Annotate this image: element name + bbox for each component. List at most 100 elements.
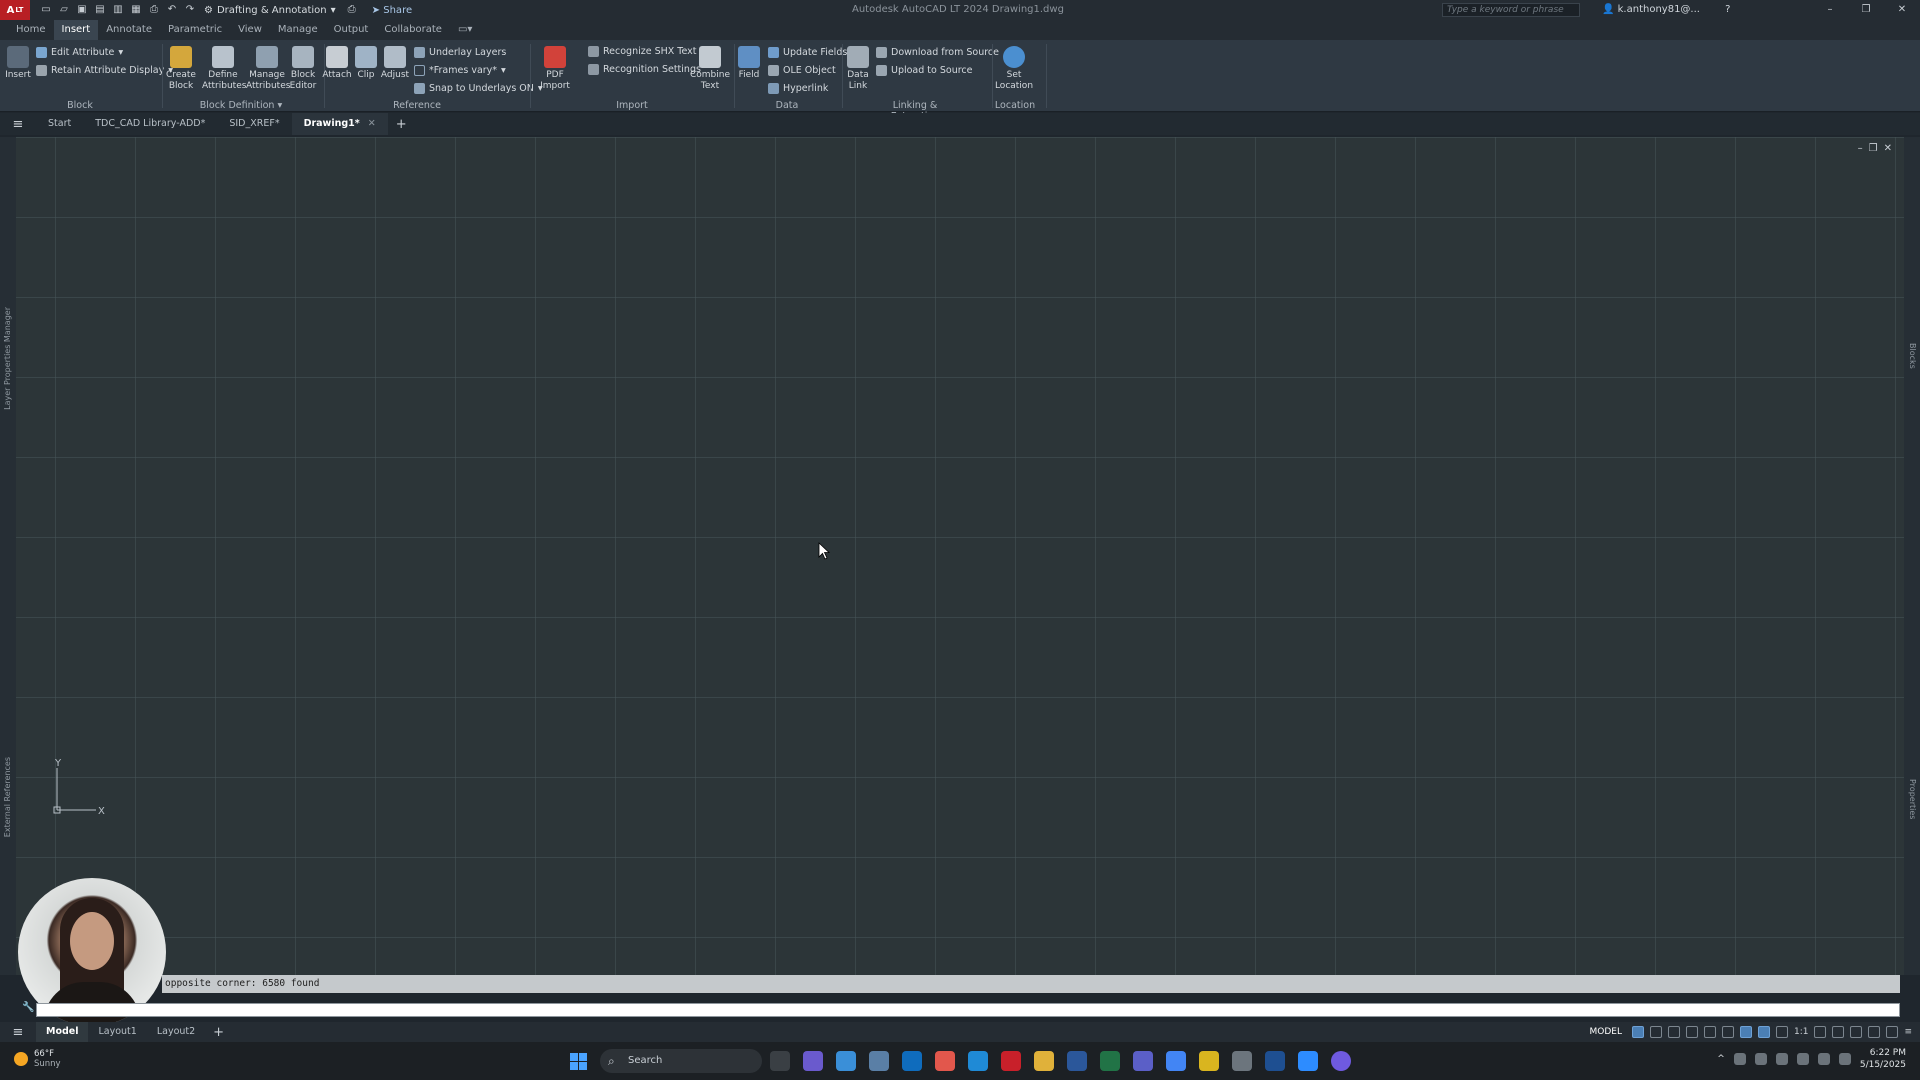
workspace-switcher[interactable]: ⚙ Drafting & Annotation ▾ [204, 5, 336, 16]
isodraft-icon[interactable] [1703, 1026, 1716, 1038]
tab-view[interactable]: View [230, 20, 270, 40]
edit-attribute-button[interactable]: Edit Attribute ▾ [36, 47, 123, 58]
tray-app-icon[interactable] [1733, 1053, 1746, 1065]
grid-icon[interactable] [1631, 1026, 1644, 1038]
workspace-gear-icon[interactable] [1814, 1026, 1827, 1038]
calculator-icon[interactable] [869, 1051, 889, 1071]
printer-app-icon[interactable] [1232, 1051, 1252, 1071]
undo-icon[interactable]: ↶ [166, 4, 178, 16]
tab-drawing1[interactable]: Drawing1* ✕ [291, 113, 388, 135]
redo-icon[interactable]: ↷ [184, 4, 196, 16]
snap-to-underlays-dropdown[interactable]: Snap to Underlays ON ▾ [414, 83, 543, 94]
ribbon-toggle-icon[interactable]: ▭▾ [450, 20, 480, 40]
sticky-notes-icon[interactable] [1199, 1051, 1219, 1071]
define-attributes-button[interactable]: Define Attributes [202, 46, 246, 92]
combine-text-button[interactable]: Combine Text [690, 46, 730, 92]
plot-icon-2[interactable]: ⎙ [346, 4, 358, 16]
save-as-icon[interactable]: ▤ [94, 4, 106, 16]
tab-start[interactable]: Start [36, 113, 83, 135]
hyperlink-button[interactable]: Hyperlink [768, 83, 828, 94]
ole-object-button[interactable]: OLE Object [768, 65, 836, 76]
sticky-app-icon[interactable] [836, 1051, 856, 1071]
word-icon[interactable] [1067, 1051, 1087, 1071]
layer-properties-manager-tab[interactable]: Layer Properties Manager [3, 307, 12, 410]
minimize-icon[interactable]: – [1812, 0, 1848, 20]
minimize-icon[interactable]: – [1858, 143, 1863, 154]
copilot-icon[interactable] [803, 1051, 823, 1071]
new-file-icon[interactable]: ▭ [40, 4, 52, 16]
download-from-source-button[interactable]: Download from Source [876, 47, 999, 58]
adjust-button[interactable]: Adjust [380, 46, 410, 81]
wrench-icon[interactable]: 🔧 [22, 1002, 34, 1013]
tab-collaborate[interactable]: Collaborate [376, 20, 450, 40]
create-block-button[interactable]: Create Block [166, 46, 196, 92]
ortho-icon[interactable] [1667, 1026, 1680, 1038]
excel-icon[interactable] [1100, 1051, 1120, 1071]
tab-insert[interactable]: Insert [53, 20, 99, 40]
annotation-visibility-icon[interactable] [1757, 1026, 1770, 1038]
share-button[interactable]: ➤ Share [372, 5, 412, 16]
osnap-tracking-icon[interactable] [1721, 1026, 1734, 1038]
restore-icon[interactable]: ❐ [1848, 0, 1884, 20]
user-account[interactable]: 👤 k.anthony81@... ? [1602, 4, 1730, 15]
osnap-icon[interactable] [1739, 1026, 1752, 1038]
wifi-icon[interactable] [1817, 1053, 1830, 1065]
units-icon[interactable] [1850, 1026, 1863, 1038]
close-icon[interactable]: ✕ [1884, 0, 1920, 20]
chevron-up-icon[interactable]: ^ [1717, 1054, 1725, 1064]
panel-label-block-definition[interactable]: Block Definition ▾ [196, 100, 286, 111]
tab-tdc-cad-library[interactable]: TDC_CAD Library-ADD* [83, 113, 217, 135]
polar-icon[interactable] [1685, 1026, 1698, 1038]
frames-vary-dropdown[interactable]: *Frames vary* ▾ [414, 65, 506, 76]
file-explorer-icon[interactable] [1034, 1051, 1054, 1071]
task-view-icon[interactable] [770, 1051, 790, 1071]
help-icon[interactable]: ? [1725, 4, 1730, 15]
tray-app-icon-2[interactable] [1754, 1053, 1767, 1065]
auto-scale-icon[interactable] [1775, 1026, 1788, 1038]
save-web-icon[interactable]: ▦ [130, 4, 142, 16]
data-link-button[interactable]: Data Link [844, 46, 872, 92]
fullscreen-icon[interactable] [1886, 1026, 1899, 1038]
block-editor-button[interactable]: Block Editor [288, 46, 318, 92]
insert-block-button[interactable]: Insert [4, 46, 32, 81]
zoom-icon[interactable] [1298, 1051, 1318, 1071]
save-icon[interactable]: ▣ [76, 4, 88, 16]
attach-button[interactable]: Attach [322, 46, 352, 81]
weather-widget[interactable]: 66°F Sunny [14, 1049, 61, 1069]
taskbar-clock[interactable]: 6:22 PM 5/15/2025 [1860, 1047, 1906, 1071]
tab-home[interactable]: Home [8, 20, 54, 40]
tab-parametric[interactable]: Parametric [160, 20, 230, 40]
acrobat-icon[interactable] [1001, 1051, 1021, 1071]
open-file-icon[interactable]: ▱ [58, 4, 70, 16]
autocad-icon[interactable] [1265, 1051, 1285, 1071]
new-layout-plus-icon[interactable]: + [205, 1025, 232, 1040]
app-circle-icon[interactable] [1331, 1051, 1351, 1071]
edge-icon[interactable] [968, 1051, 988, 1071]
app-menu-button[interactable]: A LT [0, 0, 30, 20]
chrome-icon[interactable] [1166, 1051, 1186, 1071]
underlay-layers-button[interactable]: Underlay Layers [414, 47, 506, 58]
teams-icon[interactable] [1133, 1051, 1153, 1071]
tab-sid-xref[interactable]: SID_XREF* [217, 113, 291, 135]
new-tab-plus-icon[interactable]: + [388, 117, 415, 132]
layout-menu-icon[interactable]: ≡ [0, 1025, 36, 1040]
outlook-icon[interactable] [902, 1051, 922, 1071]
open-web-icon[interactable]: ▥ [112, 4, 124, 16]
recognize-shx-button[interactable]: Recognize SHX Text [588, 46, 697, 57]
manage-attributes-button[interactable]: Manage Attributes [246, 46, 290, 92]
close-icon[interactable]: ✕ [368, 118, 376, 129]
pdf-import-button[interactable]: PDF Import [536, 46, 574, 92]
plot-icon[interactable]: ⎙ [148, 4, 160, 16]
help-search-input[interactable]: Type a keyword or phrase [1442, 3, 1580, 17]
update-fields-button[interactable]: Update Fields [768, 47, 847, 58]
field-button[interactable]: Field [734, 46, 764, 81]
tab-output[interactable]: Output [326, 20, 377, 40]
customization-menu-icon[interactable]: ≡ [1904, 1027, 1912, 1037]
tab-manage[interactable]: Manage [270, 20, 326, 40]
onedrive-icon[interactable] [1775, 1053, 1788, 1065]
tab-model[interactable]: Model [36, 1022, 89, 1042]
restore-icon[interactable]: ❐ [1869, 143, 1878, 154]
isolate-objects-icon[interactable] [1868, 1026, 1881, 1038]
external-references-tab[interactable]: External References [3, 757, 12, 837]
set-location-button[interactable]: Set Location [994, 46, 1034, 92]
